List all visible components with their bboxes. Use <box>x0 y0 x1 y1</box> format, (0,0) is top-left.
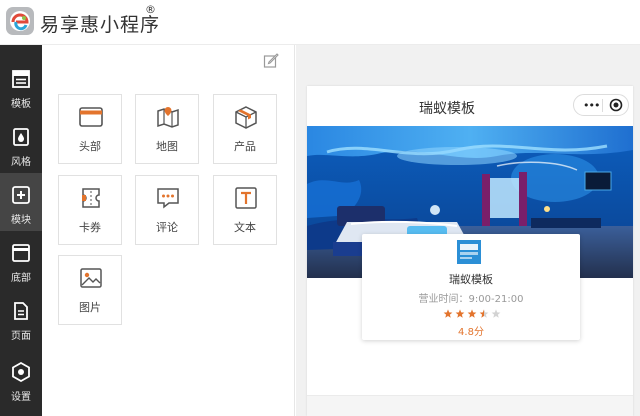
component-tile-text[interactable]: 文本 <box>213 175 277 245</box>
phone-bottom-bar <box>307 395 633 416</box>
store-hours: 营业时间：9:00-21:00 <box>418 294 524 305</box>
component-tile-coupon[interactable]: 卡券 <box>58 175 122 245</box>
component-tile-product[interactable]: 产品 <box>213 94 277 164</box>
rating-stars <box>443 309 501 318</box>
rating-star-icon <box>455 309 465 318</box>
sidebar-item-label: 底部 <box>11 273 31 284</box>
comment-icon <box>157 188 179 209</box>
coupon-icon <box>82 188 100 208</box>
header-icon <box>79 107 103 127</box>
tile-label: 卡券 <box>79 221 101 234</box>
sidebar-item-label: 模板 <box>11 99 31 110</box>
component-panel: 头部 地图 产品 卡券 评论 文本 图片 <box>42 45 295 416</box>
component-tile-map[interactable]: 地图 <box>135 94 199 164</box>
more-menu-icon[interactable]: ••• <box>583 99 600 112</box>
app-title: 易享惠小程序 <box>40 14 161 36</box>
close-target-icon[interactable] <box>609 98 623 112</box>
preview-page-title: 瑞蚁模板 <box>419 101 475 117</box>
settings-icon <box>12 362 30 382</box>
text-icon <box>235 187 257 209</box>
sidebar-item-page[interactable]: 页面 <box>0 289 42 347</box>
tile-label: 产品 <box>234 140 256 153</box>
edit-icon[interactable] <box>263 53 279 69</box>
sidebar-item-label: 风格 <box>11 157 31 168</box>
template-icon <box>12 70 30 88</box>
component-tile-image[interactable]: 图片 <box>58 255 122 325</box>
tile-label: 地图 <box>156 140 178 153</box>
rating-star-icon <box>443 309 453 318</box>
tile-label: 文本 <box>234 221 256 234</box>
sidebar-item-label: 页面 <box>11 331 31 342</box>
phone-preview: 瑞蚁模板 ••• 瑞蚁模板 营业时间：9:00-21:00 4.8分 <box>307 86 633 416</box>
sidebar-item-module[interactable]: 模块 <box>0 173 42 231</box>
footer-icon <box>12 244 30 262</box>
sidebar-item-footer[interactable]: 底部 <box>0 231 42 289</box>
sidebar-item-template[interactable]: 模板 <box>0 57 42 115</box>
tile-label: 图片 <box>79 301 101 314</box>
capsule-divider <box>602 99 603 112</box>
sidebar-item-style[interactable]: 风格 <box>0 115 42 173</box>
sidebar: 模板 风格 模块 底部 页面 设置 <box>0 45 42 416</box>
sidebar-item-label: 模块 <box>11 215 31 226</box>
map-icon <box>157 107 179 128</box>
rating-star-icon <box>491 309 501 318</box>
style-icon <box>13 128 29 146</box>
app-root: 易享惠小程序 ® 模板 风格 模块 底部 页面 设置 头部 地图 产品 卡券 评… <box>0 0 640 416</box>
sidebar-item-settings[interactable]: 设置 <box>0 350 42 408</box>
miniprogram-capsule: ••• <box>573 94 629 116</box>
store-card[interactable]: 瑞蚁模板 营业时间：9:00-21:00 4.8分 <box>362 234 580 340</box>
page-icon <box>14 302 28 320</box>
component-tile-comment[interactable]: 评论 <box>135 175 199 245</box>
product-box-icon <box>235 106 257 129</box>
tile-label: 评论 <box>156 221 178 234</box>
module-add-icon <box>12 186 30 204</box>
store-name: 瑞蚁模板 <box>449 273 493 286</box>
app-logo-icon <box>6 7 34 35</box>
sidebar-item-label: 设置 <box>11 392 31 403</box>
tile-label: 头部 <box>79 140 101 153</box>
rating-star-icon <box>467 309 477 318</box>
store-logo-icon <box>457 240 481 264</box>
registered-mark: ® <box>145 3 156 16</box>
image-icon <box>80 268 102 288</box>
rating-star-icon <box>479 309 489 318</box>
store-score: 4.8分 <box>458 327 484 338</box>
component-tile-header[interactable]: 头部 <box>58 94 122 164</box>
top-header: 易享惠小程序 ® <box>0 0 640 45</box>
